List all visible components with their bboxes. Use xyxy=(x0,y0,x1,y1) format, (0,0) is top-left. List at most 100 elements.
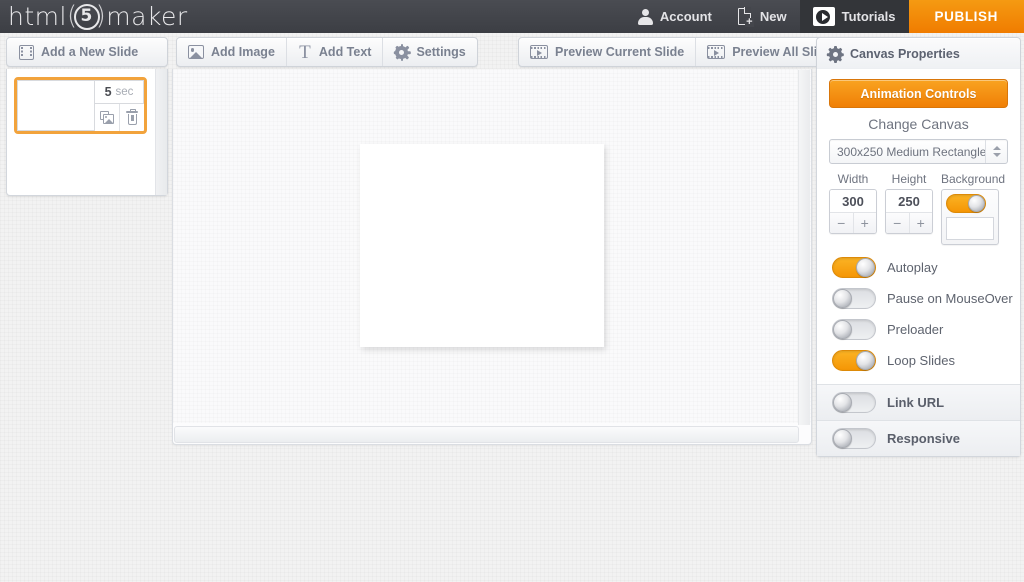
publish-button[interactable]: PUBLISH xyxy=(908,0,1024,33)
background-color-swatch[interactable] xyxy=(946,217,994,240)
slides-panel: 5 sec xyxy=(6,69,168,196)
logo-prefix: html xyxy=(8,2,67,31)
animation-controls-button[interactable]: Animation Controls xyxy=(829,79,1008,108)
tutorials-button[interactable]: Tutorials xyxy=(799,0,909,33)
width-increment-button[interactable]: + xyxy=(852,213,877,233)
add-text-button[interactable]: T Add Text xyxy=(287,38,384,66)
canvas-viewport[interactable] xyxy=(173,69,811,423)
gear-icon xyxy=(826,45,844,63)
film-strip-icon xyxy=(19,44,34,60)
toggle-knob xyxy=(833,429,852,448)
canvas-properties-label: Canvas Properties xyxy=(850,47,960,61)
toggle-knob xyxy=(856,351,875,370)
delete-slide-button[interactable] xyxy=(119,104,144,131)
responsive-toggle[interactable] xyxy=(832,428,876,449)
new-button[interactable]: New xyxy=(725,0,800,33)
person-icon xyxy=(637,8,653,25)
logo-paren-right: ) xyxy=(95,0,107,31)
autoplay-row[interactable]: Autoplay xyxy=(817,252,1020,283)
chevron-updown-icon[interactable] xyxy=(985,140,1007,163)
loop-slides-row[interactable]: Loop Slides xyxy=(817,345,1020,376)
loop-slides-label: Loop Slides xyxy=(887,353,955,368)
background-label: Background xyxy=(941,172,1006,186)
toggle-knob xyxy=(833,393,852,412)
tutorials-label: Tutorials xyxy=(841,9,896,24)
play-video-icon xyxy=(812,7,835,26)
trash-icon xyxy=(126,108,138,125)
preview-current-slide-button[interactable]: Preview Current Slide xyxy=(519,38,697,66)
height-input[interactable]: 250 xyxy=(886,190,932,212)
slide-canvas[interactable] xyxy=(360,144,604,347)
gear-icon xyxy=(393,43,411,61)
slide-duration-field[interactable]: 5 sec xyxy=(95,80,144,104)
slide-toolbar-group: Add a New Slide xyxy=(6,37,168,67)
canvas-vertical-scrollbar[interactable] xyxy=(798,70,810,425)
preloader-toggle[interactable] xyxy=(832,319,876,340)
toggle-knob xyxy=(856,258,875,277)
app-logo[interactable]: html(5) maker xyxy=(8,1,188,32)
settings-button[interactable]: Settings xyxy=(383,38,476,66)
loop-slides-toggle[interactable] xyxy=(832,350,876,371)
canvas-properties-button[interactable]: Canvas Properties xyxy=(817,38,971,70)
canvas-preset-select[interactable]: 300x250 Medium Rectangle xyxy=(829,139,1008,164)
add-new-slide-button[interactable]: Add a New Slide xyxy=(7,38,150,66)
add-text-label: Add Text xyxy=(318,45,372,59)
slide-duration-value: 5 xyxy=(104,85,112,99)
link-url-toggle[interactable] xyxy=(832,392,876,413)
pause-on-mouseover-row[interactable]: Pause on MouseOver xyxy=(817,283,1020,314)
playback-options: Autoplay Pause on MouseOver Preloader Lo… xyxy=(817,245,1020,384)
canvas-properties-tab[interactable]: Canvas Properties xyxy=(816,37,1021,70)
responsive-label: Responsive xyxy=(887,431,960,446)
link-url-row[interactable]: Link URL xyxy=(817,384,1020,420)
settings-label: Settings xyxy=(416,45,466,59)
pause-on-mouseover-label: Pause on MouseOver xyxy=(887,291,1013,306)
background-toggle[interactable] xyxy=(946,194,986,213)
toolbar: Add a New Slide Add Image T Add Text Set… xyxy=(0,33,1024,70)
background-control: Background xyxy=(941,172,1006,245)
new-label: New xyxy=(759,9,787,24)
canvas-horizontal-scrollbar[interactable] xyxy=(174,426,799,443)
preloader-row[interactable]: Preloader xyxy=(817,314,1020,345)
change-canvas-label: Change Canvas xyxy=(868,116,969,132)
preloader-label: Preloader xyxy=(887,322,944,337)
app-header: html(5)maker Account New Tutorials PUBLI… xyxy=(0,0,1024,33)
height-label: Height xyxy=(891,172,927,186)
width-decrement-button[interactable]: − xyxy=(830,213,853,233)
add-image-label: Add Image xyxy=(211,45,275,59)
toggle-knob xyxy=(833,289,852,308)
slide-controls: 5 sec xyxy=(95,80,144,131)
autoplay-label: Autoplay xyxy=(887,260,938,275)
account-label: Account xyxy=(659,9,712,24)
responsive-row[interactable]: Responsive xyxy=(817,420,1020,456)
width-input[interactable]: 300 xyxy=(830,190,876,212)
duplicate-slide-button[interactable] xyxy=(95,104,119,131)
slide-action-bar xyxy=(95,104,144,131)
header-nav: Account New Tutorials PUBLISH xyxy=(625,0,1024,33)
canvas-properties-panel: Animation Controls Change Canvas 300x250… xyxy=(816,69,1021,457)
account-button[interactable]: Account xyxy=(625,0,725,33)
toggle-knob xyxy=(968,195,985,212)
width-control: Width 300 − + xyxy=(829,172,877,234)
width-label: Width xyxy=(837,172,869,186)
autoplay-toggle[interactable] xyxy=(832,257,876,278)
add-image-button[interactable]: Add Image xyxy=(177,38,287,66)
publish-label: PUBLISH xyxy=(934,9,998,24)
html5maker-editor: html(5)maker Account New Tutorials PUBLI… xyxy=(0,0,1024,582)
animation-controls-label: Animation Controls xyxy=(860,86,977,101)
edit-toolbar-group: Add Image T Add Text Settings xyxy=(176,37,478,67)
height-decrement-button[interactable]: − xyxy=(886,213,909,233)
preview-current-label: Preview Current Slide xyxy=(555,45,685,59)
slide-list-item[interactable]: 5 sec xyxy=(14,77,147,134)
link-url-label: Link URL xyxy=(887,395,945,410)
slide-thumbnail[interactable] xyxy=(17,80,95,131)
pause-on-mouseover-toggle[interactable] xyxy=(832,288,876,309)
slides-scrollbar[interactable] xyxy=(155,69,167,195)
preview-toolbar-group: Preview Current Slide Preview All Slides xyxy=(518,37,851,67)
height-increment-button[interactable]: + xyxy=(908,213,933,233)
image-icon xyxy=(188,45,204,59)
toggle-knob xyxy=(833,320,852,339)
text-t-icon: T xyxy=(299,41,311,63)
logo-suffix: maker xyxy=(106,2,188,31)
preview-all-play-icon xyxy=(707,45,726,59)
slide-duration-unit: sec xyxy=(115,86,134,98)
